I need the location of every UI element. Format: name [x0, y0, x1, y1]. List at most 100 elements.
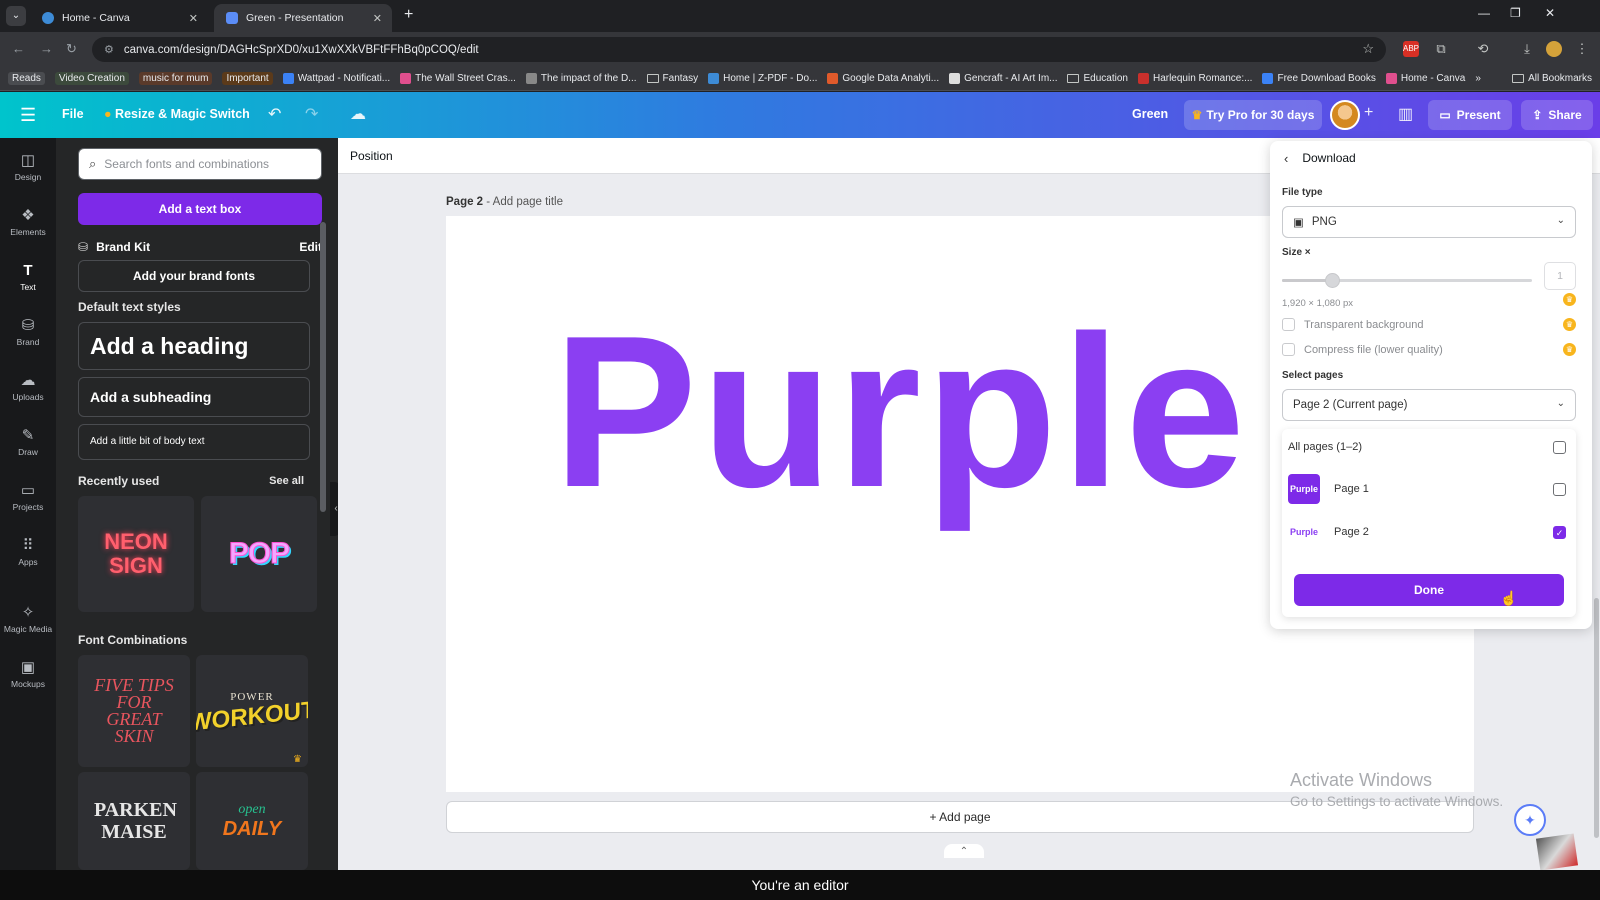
share-button[interactable]: ⇪ Share [1521, 100, 1593, 130]
done-button[interactable]: Done [1294, 574, 1564, 606]
download-icon[interactable]: ⤓ [1519, 41, 1535, 57]
redo-icon[interactable]: ↷ [305, 104, 318, 124]
avatar[interactable] [1330, 100, 1360, 130]
more-menu-icon[interactable]: ⋮ [1574, 41, 1590, 57]
bookmark-item[interactable]: Education [1067, 73, 1128, 84]
position-button[interactable]: Position [350, 149, 393, 163]
back-icon[interactable]: ← [12, 41, 25, 56]
back-chevron-icon[interactable]: ‹ [1284, 151, 1288, 166]
compress-file-option[interactable]: Compress file (lower quality) [1282, 343, 1443, 356]
select-pages-dropdown[interactable]: Page 2 (Current page) ⌄ [1282, 389, 1576, 421]
size-slider-handle[interactable] [1325, 273, 1340, 288]
brand-kit-edit-link[interactable]: Edit [299, 240, 322, 254]
more-bookmarks-icon[interactable]: » [1475, 73, 1481, 84]
size-slider[interactable] [1282, 273, 1532, 288]
rail-item-projects[interactable]: ▭ Projects [0, 476, 56, 524]
new-tab-icon[interactable]: + [404, 7, 413, 23]
tab-green-presentation[interactable]: Green - Presentation ✕ [214, 4, 392, 32]
close-icon[interactable]: ✕ [373, 12, 382, 25]
bookmark-item[interactable]: Free Download Books [1262, 72, 1376, 84]
bookmark-item[interactable]: Home - Canva [1385, 72, 1465, 84]
recent-pop[interactable]: POP [201, 496, 317, 612]
recently-used-see-all[interactable]: See all [269, 475, 304, 487]
page-2-checkbox[interactable]: ✓ [1553, 525, 1566, 539]
profile-avatar[interactable] [1546, 41, 1562, 57]
purple-text-element[interactable]: Purple [553, 303, 1249, 519]
page-1-checkbox[interactable] [1553, 482, 1566, 496]
adblock-icon[interactable]: ABP [1403, 41, 1419, 57]
bookmark-item[interactable]: Video Creation [54, 71, 129, 85]
minimize-icon[interactable]: — [1478, 6, 1490, 20]
close-icon[interactable]: ✕ [189, 12, 198, 25]
add-heading-button[interactable]: Add a heading [78, 322, 310, 370]
add-body-text-button[interactable]: Add a little bit of body text [78, 424, 310, 460]
bookmark-item[interactable]: Harlequin Romance:... [1137, 72, 1252, 84]
forward-icon[interactable]: → [40, 41, 53, 56]
option-page-2[interactable]: Purple Page 2 ✓ [1288, 514, 1570, 550]
rail-item-elements[interactable]: ❖ Elements [0, 201, 56, 249]
history-icon[interactable]: ⟲ [1475, 41, 1491, 57]
resize-magic-switch[interactable]: ● Resize & Magic Switch [104, 107, 250, 121]
all-bookmarks[interactable]: All Bookmarks [1512, 73, 1592, 84]
bookmark-item[interactable]: Wattpad - Notificati... [282, 72, 390, 84]
add-brand-fonts-button[interactable]: Add your brand fonts [78, 260, 310, 292]
bookmark-item[interactable]: The impact of the D... [525, 72, 637, 84]
page-title[interactable]: Page 2 - Add page title [446, 196, 563, 208]
brand-kit-label: Brand Kit [96, 240, 151, 254]
rail-item-uploads[interactable]: ☁ Uploads [0, 366, 56, 414]
all-pages-checkbox[interactable] [1553, 440, 1566, 454]
bookmark-item[interactable]: Gencraft - AI Art Im... [949, 72, 1057, 84]
option-all-pages[interactable]: All pages (1–2) [1288, 429, 1570, 465]
plus-icon[interactable]: + [1364, 104, 1373, 122]
combo-five-tips[interactable]: FIVE TIPS FOR GREAT SKIN [78, 655, 190, 767]
rail-item-brand[interactable]: ⛁ Brand [0, 311, 56, 359]
undo-icon[interactable]: ↶ [268, 104, 281, 124]
document-title[interactable]: Green [1132, 107, 1168, 121]
restore-icon[interactable]: ❐ [1510, 6, 1521, 20]
transparent-background-option[interactable]: Transparent background [1282, 318, 1423, 331]
tab-search-icon[interactable]: ⌄ [6, 6, 26, 26]
bookmark-item[interactable]: music for mum [138, 71, 213, 85]
add-text-box-button[interactable]: Add a text box [78, 193, 322, 225]
transparent-checkbox[interactable] [1282, 318, 1295, 331]
combo-power-workout[interactable]: POWER WORKOUT ♛ [196, 655, 308, 767]
reload-icon[interactable]: ↻ [66, 41, 77, 57]
workspace-scrollbar[interactable] [1594, 598, 1599, 838]
rail-item-apps[interactable]: ⠿ Apps [0, 531, 56, 579]
rail-item-mockups[interactable]: ▣ Mockups [0, 653, 56, 701]
chevron-up-icon[interactable]: ⌃ [944, 844, 984, 858]
file-menu[interactable]: File [62, 107, 84, 121]
bookmark-star-icon[interactable]: ☆ [1362, 41, 1374, 57]
analytics-icon[interactable]: ▥ [1398, 104, 1413, 124]
cloud-saved-icon[interactable]: ☁ [350, 104, 366, 124]
panel-scrollbar[interactable] [320, 222, 326, 512]
file-type-select[interactable]: ▣ PNG ⌄ [1282, 206, 1576, 238]
bookmark-item[interactable]: Google Data Analyti... [827, 72, 939, 84]
bookmark-item[interactable]: Important [222, 71, 273, 85]
rail-item-draw[interactable]: ✎ Draw [0, 421, 56, 469]
size-input[interactable]: 1 [1544, 262, 1576, 290]
rail-item-design[interactable]: ◫ Design [0, 146, 56, 194]
url-field[interactable]: ⚙ canva.com/design/DAGHcSprXD0/xu1XwXXkV… [92, 37, 1386, 62]
combo-parken-maise[interactable]: PARKEN MAISE [78, 772, 190, 870]
bookmark-item[interactable]: Reads [8, 71, 45, 85]
option-page-1[interactable]: Purple Page 1 [1288, 471, 1570, 507]
tab-home-canva[interactable]: Home - Canva ✕ [30, 4, 208, 32]
menu-icon[interactable]: ☰ [20, 105, 36, 126]
recent-neon-sign[interactable]: NEON SIGN [78, 496, 194, 612]
magic-sparkle-icon[interactable]: ✦ [1514, 804, 1546, 836]
rail-item-text[interactable]: T Text [0, 256, 56, 304]
window-close-icon[interactable]: ✕ [1545, 6, 1555, 20]
font-search-input[interactable]: ⌕ Search fonts and combinations [78, 148, 322, 180]
combo-open-daily[interactable]: open DAILY [196, 772, 308, 870]
bookmark-item[interactable]: The Wall Street Cras... [400, 72, 516, 84]
bookmark-item[interactable]: Fantasy [646, 73, 698, 84]
extensions-icon[interactable]: ⧉ [1433, 41, 1449, 57]
present-button[interactable]: ▭ Present [1428, 100, 1512, 130]
try-pro-button[interactable]: ♛ Try Pro for 30 days [1184, 100, 1322, 130]
site-info-icon[interactable]: ⚙ [104, 43, 114, 56]
rail-item-magic-media[interactable]: ✧ Magic Media [0, 598, 56, 646]
add-subheading-button[interactable]: Add a subheading [78, 377, 310, 417]
compress-checkbox[interactable] [1282, 343, 1295, 356]
bookmark-item[interactable]: Home | Z-PDF - Do... [708, 72, 817, 84]
